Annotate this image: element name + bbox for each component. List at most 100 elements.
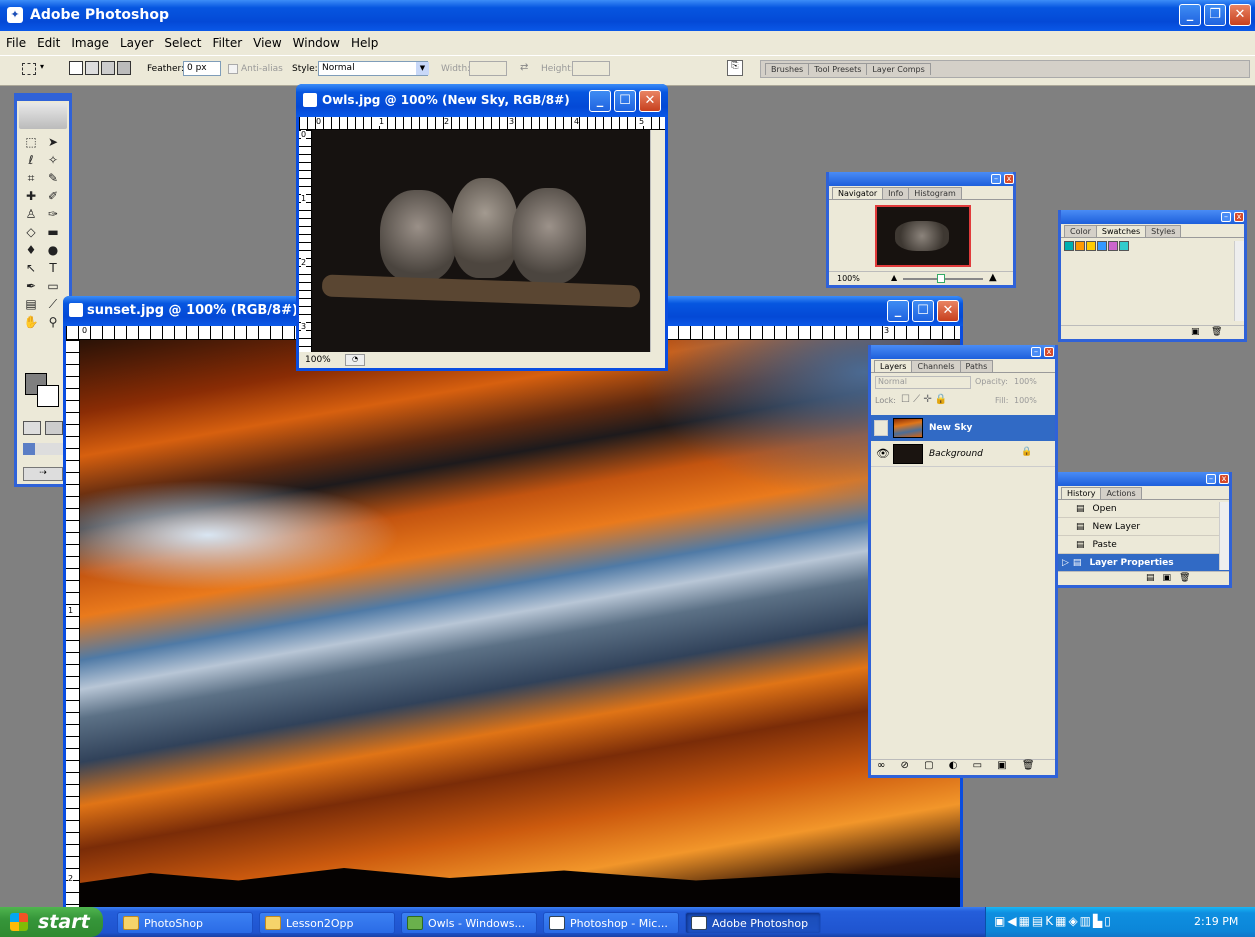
history-item-new-layer[interactable]: ▤ New Layer: [1058, 518, 1229, 536]
trash-icon[interactable]: 🗑: [1211, 327, 1222, 337]
notes-tool-icon[interactable]: ▤: [20, 295, 42, 313]
layer-name-new-sky[interactable]: New Sky: [929, 423, 972, 433]
tab-swatches[interactable]: Swatches: [1095, 225, 1147, 237]
owls-vertical-scrollbar[interactable]: [650, 130, 665, 352]
navigator-thumbnail[interactable]: [875, 205, 971, 267]
intersect-selection-icon[interactable]: [117, 61, 131, 75]
taskbar-item-adobe-photoshop[interactable]: Adobe Photoshop: [685, 912, 821, 934]
marquee-tool-icon[interactable]: ⬚: [20, 133, 42, 151]
swatch-color[interactable]: [1119, 241, 1129, 251]
taskbar-item-photoshop-folder[interactable]: PhotoShop: [117, 912, 253, 934]
eye-icon[interactable]: 👁: [876, 447, 890, 460]
crop-tool-icon[interactable]: ⌗: [20, 169, 42, 187]
lock-icons[interactable]: ☐ ⟋ ✛ 🔒: [901, 394, 947, 405]
menu-layer[interactable]: Layer: [120, 36, 153, 50]
owls-zoom-readout[interactable]: 100%: [305, 355, 331, 365]
height-input[interactable]: [572, 61, 610, 76]
close-button[interactable]: ✕: [1229, 4, 1251, 26]
taskbar-item-lesson2opp[interactable]: Lesson2Opp: [259, 912, 395, 934]
well-tab-tool-presets[interactable]: Tool Presets: [808, 63, 868, 75]
tab-navigator[interactable]: Navigator: [832, 187, 884, 199]
menu-image[interactable]: Image: [71, 36, 109, 50]
new-selection-icon[interactable]: [69, 61, 83, 75]
menu-select[interactable]: Select: [164, 36, 201, 50]
tab-layers[interactable]: Layers: [874, 360, 913, 372]
history-palette-titlebar[interactable]: [1058, 472, 1229, 486]
gradient-tool-icon[interactable]: ▬: [42, 223, 64, 241]
navigator-minimize-button[interactable]: –: [991, 174, 1001, 184]
history-footer-icons[interactable]: ▤▣🗑: [1146, 573, 1198, 583]
opacity-input[interactable]: 100%: [1014, 377, 1037, 386]
zoom-out-icon[interactable]: ▲: [891, 273, 897, 282]
file-browser-icon[interactable]: ⎘: [727, 60, 743, 76]
tab-styles[interactable]: Styles: [1145, 225, 1182, 237]
antialias-checkbox[interactable]: [228, 64, 238, 74]
menu-edit[interactable]: Edit: [37, 36, 60, 50]
add-selection-icon[interactable]: [85, 61, 99, 75]
tab-histogram[interactable]: Histogram: [908, 187, 962, 199]
owls-canvas-image[interactable]: [312, 130, 650, 352]
hand-tool-icon[interactable]: ✋: [20, 313, 42, 331]
dodge-tool-icon[interactable]: ●: [42, 241, 64, 259]
swatches-minimize-button[interactable]: –: [1221, 212, 1231, 222]
menu-file[interactable]: File: [6, 36, 26, 50]
owls-maximize-button[interactable]: ☐: [614, 90, 636, 112]
swatches-palette-titlebar[interactable]: [1061, 210, 1244, 224]
fill-input[interactable]: 100%: [1014, 396, 1037, 405]
jump-to-imageready-button[interactable]: ⇢: [23, 467, 63, 481]
blur-tool-icon[interactable]: ♦: [20, 241, 42, 259]
layers-minimize-button[interactable]: –: [1031, 347, 1041, 357]
history-close-button[interactable]: x: [1219, 474, 1229, 484]
shape-tool-icon[interactable]: ▭: [42, 277, 64, 295]
brush-tool-icon[interactable]: ✐: [42, 187, 64, 205]
navigator-zoom-value[interactable]: 100%: [837, 274, 860, 283]
standard-mode-button[interactable]: [23, 421, 41, 435]
clone-stamp-tool-icon[interactable]: ♙: [20, 205, 42, 223]
swatch-color[interactable]: [1097, 241, 1107, 251]
start-button[interactable]: start: [0, 907, 103, 937]
zoom-slider-handle[interactable]: [937, 274, 945, 283]
chevron-down-icon[interactable]: ▾: [40, 62, 44, 71]
magic-wand-tool-icon[interactable]: ✧: [42, 151, 64, 169]
swatches-close-button[interactable]: x: [1234, 212, 1244, 222]
well-tab-layer-comps[interactable]: Layer Comps: [866, 63, 931, 75]
pen-tool-icon[interactable]: ✒: [20, 277, 42, 295]
eraser-tool-icon[interactable]: ◇: [20, 223, 42, 241]
width-input[interactable]: [469, 61, 507, 76]
owls-title-bar[interactable]: Owls.jpg @ 100% (New Sky, RGB/8#) _ ☐ ✕: [296, 84, 668, 117]
swatch-color[interactable]: [1064, 241, 1074, 251]
taskbar-item-word-doc[interactable]: Photoshop - Mic...: [543, 912, 679, 934]
quick-mask-button[interactable]: [45, 421, 63, 435]
path-selection-tool-icon[interactable]: ↖: [20, 259, 42, 277]
feather-input[interactable]: 0 px: [183, 61, 221, 76]
type-tool-icon[interactable]: T: [42, 259, 64, 277]
navigator-palette-titlebar[interactable]: [829, 172, 1013, 186]
history-brush-tool-icon[interactable]: ✑: [42, 205, 64, 223]
marquee-preset-icon[interactable]: [22, 63, 36, 75]
history-minimize-button[interactable]: –: [1206, 474, 1216, 484]
zoom-tool-icon[interactable]: ⚲: [42, 313, 64, 331]
restore-button[interactable]: ❐: [1204, 4, 1226, 26]
taskbar-item-owls-viewer[interactable]: Owls - Windows...: [401, 912, 537, 934]
zoom-in-icon[interactable]: ▲: [989, 272, 997, 283]
navigator-close-button[interactable]: x: [1004, 174, 1014, 184]
tab-color[interactable]: Color: [1064, 225, 1097, 237]
tab-paths[interactable]: Paths: [959, 360, 994, 372]
swatch-color[interactable]: [1075, 241, 1085, 251]
sunset-canvas-image[interactable]: [80, 340, 960, 913]
screen-mode-buttons[interactable]: [23, 443, 63, 455]
move-tool-icon[interactable]: ➤: [42, 133, 64, 151]
healing-brush-tool-icon[interactable]: ✚: [20, 187, 42, 205]
sunset-minimize-button[interactable]: _: [887, 300, 909, 322]
new-swatch-icon[interactable]: ▣: [1191, 327, 1200, 337]
layer-row-new-sky[interactable]: New Sky: [871, 415, 1055, 441]
tab-history[interactable]: History: [1061, 487, 1102, 499]
eyedropper-tool-icon[interactable]: ⟋: [42, 295, 64, 313]
layers-close-button[interactable]: x: [1044, 347, 1054, 357]
layer-footer-icons[interactable]: ∞ ⊘ ▢ ◐ ▭ ▣ 🗑: [877, 760, 1041, 771]
menu-help[interactable]: Help: [351, 36, 378, 50]
menu-view[interactable]: View: [253, 36, 281, 50]
tab-info[interactable]: Info: [882, 187, 910, 199]
tab-actions[interactable]: Actions: [1100, 487, 1142, 499]
owls-minimize-button[interactable]: _: [589, 90, 611, 112]
